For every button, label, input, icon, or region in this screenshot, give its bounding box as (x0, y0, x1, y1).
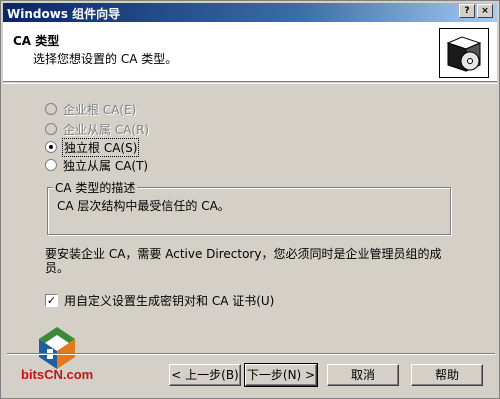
cancel-button[interactable]: 取消 (327, 364, 399, 386)
option-enterprise-subordinate-label: 企业从属 CA(R) (63, 122, 150, 137)
software-box-icon (439, 28, 489, 78)
wizard-window: Windows 组件向导 ? × CA 类型 选择您想设置的 CA 类型。 企业… (0, 0, 500, 399)
page-title: CA 类型 (13, 34, 60, 48)
option-standalone-root-label: 独立根 CA(S) (61, 137, 140, 157)
help-title-button[interactable]: ? (459, 4, 475, 18)
radio-standalone-root[interactable] (45, 141, 57, 153)
radio-enterprise-subordinate[interactable] (45, 123, 57, 135)
custom-keys-option[interactable]: ✓ 用自定义设置生成密钥对和 CA 证书(U) (45, 292, 274, 309)
option-standalone-subordinate[interactable]: 独立从属 CA(T) (45, 157, 148, 173)
watermark-text: bitsCN.com (21, 367, 94, 382)
option-enterprise-root[interactable]: 企业根 CA(E) (45, 101, 136, 117)
requirement-note: 要安装企业 CA，需要 Active Directory，您必须同时是企业管理员… (45, 247, 442, 275)
radio-enterprise-root[interactable] (45, 103, 57, 115)
option-standalone-subordinate-label: 独立从属 CA(T) (63, 158, 149, 173)
custom-keys-label: 用自定义设置生成密钥对和 CA 证书(U) (64, 294, 275, 308)
close-button[interactable]: × (477, 4, 493, 18)
custom-keys-checkbox[interactable]: ✓ (45, 294, 58, 307)
description-group-title: CA 类型的描述 (53, 179, 138, 196)
wizard-header: CA 类型 选择您想设置的 CA 类型。 (3, 22, 497, 82)
back-button[interactable]: < 上一步(B) (169, 364, 241, 386)
radio-standalone-subordinate[interactable] (45, 159, 57, 171)
option-enterprise-subordinate[interactable]: 企业从属 CA(R) (45, 121, 149, 137)
description-text: CA 层次结构中最受信任的 CA。 (57, 199, 230, 213)
help-button[interactable]: 帮助 (411, 364, 483, 386)
next-button[interactable]: 下一步(N) > (244, 363, 318, 387)
page-subtitle: 选择您想设置的 CA 类型。 (33, 52, 178, 66)
window-title: Windows 组件向导 (7, 7, 121, 21)
title-bar: Windows 组件向导 (3, 3, 497, 22)
button-separator (7, 353, 495, 355)
header-separator (3, 83, 497, 84)
option-enterprise-root-label: 企业根 CA(E) (63, 102, 137, 117)
option-standalone-root[interactable]: 独立根 CA(S) (45, 137, 140, 157)
